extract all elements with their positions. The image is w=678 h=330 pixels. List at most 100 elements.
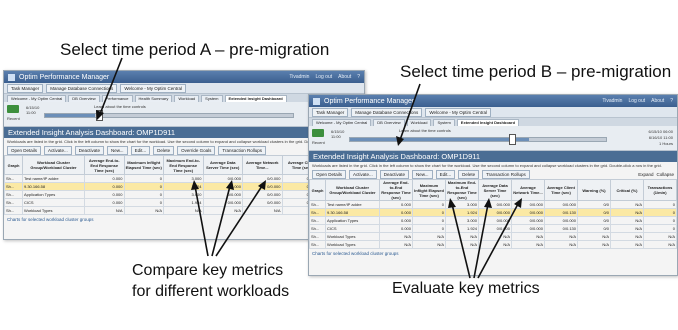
learn-time-controls-link[interactable]: Learn about the time controls [399,128,451,133]
time-slider-handle[interactable] [96,110,103,121]
col-graph[interactable]: Graph [4,155,23,175]
action-buttons: Open Details Activate... Deactivate New.… [309,169,677,179]
table-row[interactable]: Sh...CICS0.00001.9240/0.0000/0.0000/0.13… [309,224,677,233]
col-cluster[interactable]: Workload Cluster Group/Workload Cluster [325,179,380,201]
deactivate-button[interactable]: Deactivate [379,169,410,179]
tab-workload[interactable]: Workload [406,119,432,126]
activate-button[interactable]: Activate... [349,169,377,179]
transaction-rollups-button[interactable]: Transaction Rollups [482,169,530,179]
table-row[interactable]: Sh... Application Types 0.000 0 3.000 0/0.000… [309,216,677,225]
tab-workload[interactable]: Workload [174,95,200,102]
recent-button[interactable] [312,129,324,137]
app-title: Optim Performance Manager [19,73,110,81]
instructions-text: Workloads are listed in the grid. Click … [312,163,662,168]
charts-link[interactable]: Charts for selected workload cluster gro… [309,249,677,258]
new-button[interactable]: New... [412,169,433,179]
edit-button[interactable]: Edit... [435,169,456,179]
expand-link[interactable]: Expand [638,172,653,177]
table-row[interactable]: Sh... Workload Types N/A N/A N/A N/A N/A N/A N/A… [309,232,677,241]
col-avg-server[interactable]: Average Data Server Time (sec) [202,155,243,175]
callout-compare: Compare key metrics for different worklo… [132,262,290,300]
tab-system[interactable]: System [433,119,455,126]
dashboard-window-b: Optim Performance Manager Tivadmin Log o… [308,94,678,276]
main-toolbar: Task Manager Manage Database Connections… [4,83,364,94]
delete-button[interactable]: Delete [153,145,175,155]
col-max-e2e[interactable]: Maximum End-to-End Response Time (sec) [445,179,479,201]
edit-button[interactable]: Edit... [130,145,151,155]
start-time: 11:00 [26,110,36,115]
range-start: 6/15/10 06:00 [648,129,673,134]
callout-period-a: Select time period A – pre-migration [60,40,330,59]
tab-health[interactable]: Health Summary [134,95,173,102]
tab-performance[interactable]: Performance [101,95,133,102]
duration-value: 1 Hours [658,141,673,146]
range-end: 6/16/10 11:00 [648,135,673,140]
col-transactions[interactable]: Transactions (1/min) [643,179,677,201]
col-avg-e2e[interactable]: Average End-to-End Response Time (sec) [379,179,413,201]
collapse-link[interactable]: Collapse [656,172,674,177]
time-slider-fill [350,138,530,141]
tab-welcome[interactable]: Welcome - My Optim Central [7,95,67,102]
col-graph[interactable]: Graph [309,179,326,201]
learn-time-controls-link[interactable]: Learn about the time controls [94,104,146,109]
col-avg-server[interactable]: Average Data Server Time (sec) [478,179,512,201]
app-logo-icon [8,73,15,81]
col-max-inflight[interactable]: Maximum Inflight Elapsed Time (sec) [412,179,446,201]
help-icon[interactable]: ? [357,74,360,80]
col-critical[interactable]: Critical (%) [610,179,644,201]
manage-connections-button[interactable]: Manage Database Connections [46,83,118,93]
task-manager-button[interactable]: Task Manager [312,107,349,117]
window-titlebar: Optim Performance Manager Tivadmin Log o… [4,71,364,83]
main-toolbar: Task Manager Manage Database Connections… [309,107,677,118]
col-avg-network[interactable]: Average Network Time... [242,155,283,175]
help-icon[interactable]: ? [670,98,673,104]
open-details-button[interactable]: Open Details [7,145,42,155]
table-row[interactable]: Sh... Test name/IP addre 0.000 0 3.000 0/0.00… [309,200,677,209]
welcome-button[interactable]: Welcome - My Optim Central [425,107,491,117]
activate-button[interactable]: Activate... [44,145,72,155]
tab-system[interactable]: System [201,95,223,102]
about-link[interactable]: About [338,74,351,80]
recent-button[interactable] [7,105,19,113]
user-name: Tivadmin [602,98,623,104]
app-title: Optim Performance Manager [324,97,415,105]
transaction-rollups-button[interactable]: Transaction Rollups [218,145,266,155]
table-row[interactable]: Sh... Workload Types N/A N/A N/A N/A N/A N/A N/A… [309,240,677,249]
logout-link[interactable]: Log out [315,74,332,80]
time-slider[interactable] [349,137,607,142]
callout-period-b: Select time period B – pre-migration [400,62,672,81]
deactivate-button[interactable]: Deactivate [74,145,105,155]
time-slider-handle[interactable] [509,134,516,145]
manage-connections-button[interactable]: Manage Database Connections [351,107,423,117]
window-titlebar: Optim Performance Manager Tivadmin Log o… [309,95,677,107]
col-avg-client[interactable]: Average Client Time (sec) [544,179,578,201]
col-avg-e2e[interactable]: Average End-to-End Response Time (sec) [84,155,125,175]
open-details-button[interactable]: Open Details [312,169,347,179]
start-time: 11:00 [331,134,341,139]
col-cluster[interactable]: Workload Cluster Group/Workload Cluster [22,155,85,175]
col-avg-network[interactable]: Average Network Time... [511,179,545,201]
recent-label: Recent [7,116,20,121]
app-logo-icon [313,97,320,105]
new-button[interactable]: New... [107,145,128,155]
time-slider[interactable] [44,113,294,118]
tab-welcome[interactable]: Welcome - My Optim Central [312,119,372,126]
about-link[interactable]: About [651,98,664,104]
task-manager-button[interactable]: Task Manager [7,83,44,93]
tab-extended-insight[interactable]: Extended Insight Dashboard [224,95,287,102]
time-controls: Recent 6/15/10 11:00 Learn about the tim… [309,126,677,151]
tab-db-overview[interactable]: DB Overview [68,95,100,102]
delete-button[interactable]: Delete [458,169,480,179]
col-warning[interactable]: Warning (%) [577,179,611,201]
welcome-button[interactable]: Welcome - My Optim Central [120,83,186,93]
callout-evaluate: Evaluate key metrics [392,280,540,297]
col-max-inflight[interactable]: Maximum Inflight Elapsed Time (sec) [123,155,164,175]
time-slider-fill [45,114,95,117]
tab-extended-insight[interactable]: Extended Insight Dashboard [456,119,520,126]
page-title: Extended Insight Analysis Dashboard: OMP… [309,151,677,162]
col-max-e2e[interactable]: Maximum End-to-End Response Time (sec) [163,155,204,175]
logout-link[interactable]: Log out [628,98,645,104]
override-goals-button[interactable]: Override Goals [177,145,216,155]
tab-db-overview[interactable]: DB Overview [373,119,405,126]
table-row[interactable]: Sh... 9.30.166.58 0.000 0 1.924 0/0.000 0/0.00… [309,208,677,217]
